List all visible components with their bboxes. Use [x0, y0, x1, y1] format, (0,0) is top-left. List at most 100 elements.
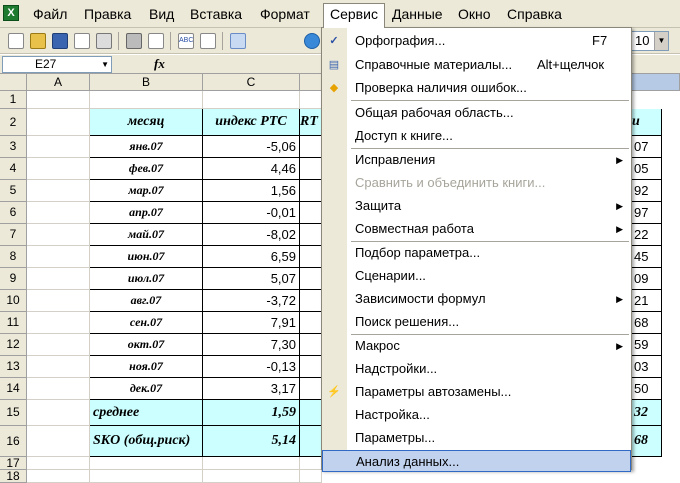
- right-partial-cell[interactable]: 05: [632, 158, 662, 180]
- menu-view[interactable]: Вид: [143, 5, 180, 25]
- menu-item-scenarios[interactable]: Сценарии...: [322, 265, 631, 287]
- month-cell[interactable]: авг.07: [90, 290, 203, 312]
- month-cell[interactable]: мар.07: [90, 180, 203, 202]
- menu-item-shared-workspace[interactable]: Общая рабочая область...: [322, 102, 631, 124]
- menu-item-customize[interactable]: Настройка...: [322, 404, 631, 426]
- research-icon[interactable]: [200, 33, 216, 49]
- row-header-2[interactable]: 2: [0, 109, 27, 136]
- menu-file[interactable]: Файл: [27, 5, 73, 25]
- menu-item-protection[interactable]: Защита ▶: [322, 195, 631, 217]
- column-header-b[interactable]: B: [90, 74, 203, 91]
- cell-a4[interactable]: [27, 158, 90, 180]
- partial-cell[interactable]: [300, 158, 322, 180]
- value-cell[interactable]: -0,01: [203, 202, 300, 224]
- chevron-down-icon[interactable]: ▼: [101, 57, 109, 72]
- partial-cell[interactable]: [300, 290, 322, 312]
- summary-value-cell[interactable]: 1,59: [203, 400, 300, 426]
- row-header-4[interactable]: 4: [0, 158, 27, 180]
- partial-cell[interactable]: [300, 180, 322, 202]
- menu-item-solver[interactable]: Поиск решения...: [322, 311, 631, 333]
- right-partial-cell[interactable]: 09: [632, 268, 662, 290]
- cell-a3[interactable]: [27, 136, 90, 158]
- partial-cell[interactable]: [300, 312, 322, 334]
- right-partial-cell[interactable]: 22: [632, 224, 662, 246]
- excel-app-icon[interactable]: X: [3, 5, 19, 21]
- menu-item-options[interactable]: Параметры...: [322, 427, 631, 449]
- font-size-select[interactable]: 10 ▼: [631, 31, 669, 51]
- cell-a7[interactable]: [27, 224, 90, 246]
- cell-b17[interactable]: [90, 457, 203, 470]
- row-header-9[interactable]: 9: [0, 268, 27, 290]
- cell-a5[interactable]: [27, 180, 90, 202]
- month-cell[interactable]: июл.07: [90, 268, 203, 290]
- menu-item-formula-auditing[interactable]: Зависимости формул ▶: [322, 288, 631, 310]
- permission-icon[interactable]: [74, 33, 90, 49]
- row-header-15[interactable]: 15: [0, 400, 27, 426]
- cell-c17[interactable]: [203, 457, 300, 470]
- cell-a8[interactable]: [27, 246, 90, 268]
- month-cell[interactable]: янв.07: [90, 136, 203, 158]
- row-header-6[interactable]: 6: [0, 202, 27, 224]
- cell-b18[interactable]: [90, 470, 203, 483]
- row-header-5[interactable]: 5: [0, 180, 27, 202]
- name-box[interactable]: E27 ▼: [2, 56, 112, 73]
- menu-item-data-analysis[interactable]: Анализ данных...: [322, 450, 631, 472]
- right-partial-cell[interactable]: 21: [632, 290, 662, 312]
- row-header-14[interactable]: 14: [0, 378, 27, 400]
- spelling-icon[interactable]: ABC: [178, 33, 194, 49]
- row-header-3[interactable]: 3: [0, 136, 27, 158]
- undo-icon[interactable]: [252, 33, 268, 49]
- menu-format[interactable]: Формат: [254, 5, 316, 25]
- menu-tools[interactable]: Сервис: [323, 3, 385, 28]
- value-cell[interactable]: 6,59: [203, 246, 300, 268]
- row-header-16[interactable]: 16: [0, 426, 27, 457]
- summary-right-partial-cell[interactable]: 68: [632, 426, 662, 457]
- cell-a6[interactable]: [27, 202, 90, 224]
- copy-icon[interactable]: [230, 33, 246, 49]
- value-cell[interactable]: 3,17: [203, 378, 300, 400]
- menu-item-spelling[interactable]: ✓ Орфография... F7: [322, 30, 631, 52]
- cell-d17[interactable]: [300, 457, 322, 470]
- cell-b1[interactable]: [90, 91, 203, 109]
- value-cell[interactable]: -3,72: [203, 290, 300, 312]
- column-header-d[interactable]: [300, 74, 322, 91]
- header-cell-right-partial[interactable]: и: [632, 109, 662, 136]
- cell-a10[interactable]: [27, 290, 90, 312]
- month-cell[interactable]: апр.07: [90, 202, 203, 224]
- cell-c18[interactable]: [203, 470, 300, 483]
- right-partial-cell[interactable]: 92: [632, 180, 662, 202]
- partial-cell[interactable]: [300, 136, 322, 158]
- summary-value-cell[interactable]: 5,14: [203, 426, 300, 457]
- month-cell[interactable]: фев.07: [90, 158, 203, 180]
- month-cell[interactable]: ноя.07: [90, 356, 203, 378]
- value-cell[interactable]: 7,91: [203, 312, 300, 334]
- chevron-down-icon[interactable]: ▼: [654, 32, 668, 50]
- menu-item-macro[interactable]: Макрос ▶: [322, 335, 631, 357]
- summary-label-cell[interactable]: SKO (общ.риск): [90, 426, 203, 457]
- menu-insert[interactable]: Вставка: [184, 5, 248, 25]
- cell-a18[interactable]: [27, 470, 90, 483]
- column-header-partial[interactable]: [632, 74, 680, 91]
- right-partial-cell[interactable]: 03: [632, 356, 662, 378]
- summary-partial-cell[interactable]: [300, 426, 322, 457]
- menu-edit[interactable]: Правка: [78, 5, 137, 25]
- select-all-corner[interactable]: [0, 74, 27, 91]
- right-partial-cell[interactable]: 45: [632, 246, 662, 268]
- header-cell-month[interactable]: месяц: [90, 109, 203, 136]
- partial-cell[interactable]: [300, 334, 322, 356]
- month-cell[interactable]: сен.07: [90, 312, 203, 334]
- menu-window[interactable]: Окно: [452, 5, 497, 25]
- right-partial-cell[interactable]: 50: [632, 378, 662, 400]
- value-cell[interactable]: 1,56: [203, 180, 300, 202]
- month-cell[interactable]: дек.07: [90, 378, 203, 400]
- row-header-1[interactable]: 1: [0, 91, 27, 109]
- value-cell[interactable]: -5,06: [203, 136, 300, 158]
- summary-partial-cell[interactable]: [300, 400, 322, 426]
- right-partial-cell[interactable]: 97: [632, 202, 662, 224]
- row-header-10[interactable]: 10: [0, 290, 27, 312]
- summary-label-cell[interactable]: среднее: [90, 400, 203, 426]
- cell-d1[interactable]: [300, 91, 322, 109]
- right-partial-cell[interactable]: 59: [632, 334, 662, 356]
- cell-a9[interactable]: [27, 268, 90, 290]
- partial-cell[interactable]: [300, 224, 322, 246]
